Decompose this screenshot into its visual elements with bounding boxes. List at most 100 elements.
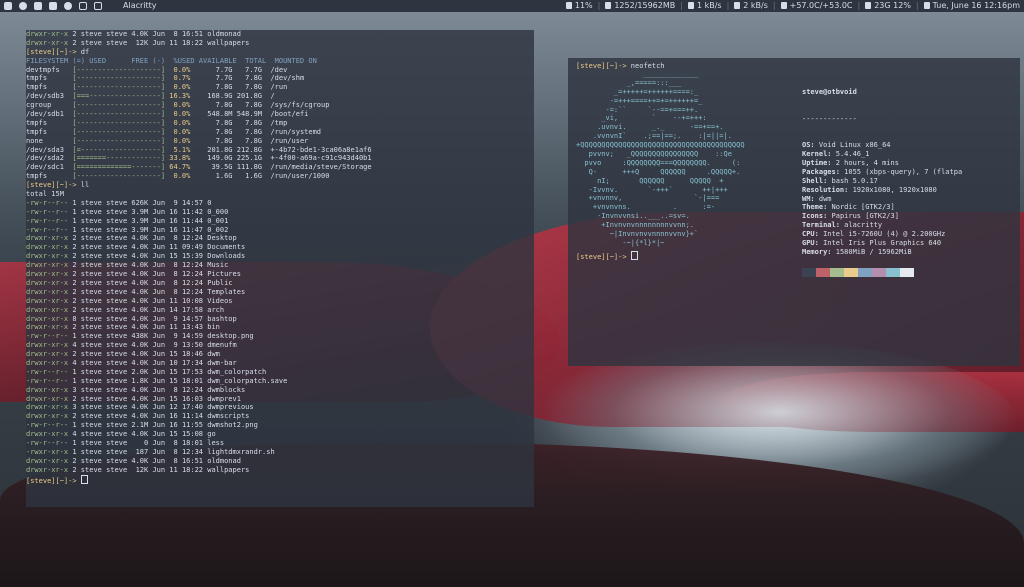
info-key: Theme:: [802, 203, 828, 212]
bar-separator: |: [726, 1, 730, 10]
browser-icon[interactable]: [19, 2, 27, 10]
filesystem-name: /dev/sdb1: [26, 110, 73, 119]
terminal-line: drwxr-xr-x 4 steve steve 4.0K Jun 9 13:5…: [26, 341, 534, 350]
permissions: drwxr-xr-x: [26, 314, 69, 323]
logo-line: -Ivvnv. `-+++` ++|+++: [576, 185, 728, 194]
settings-icon[interactable]: [64, 2, 72, 10]
usage-percent: 0.0%: [165, 172, 191, 181]
terminal-window-left[interactable]: drwxr-xr-x 2 steve steve 4.0K Jun 8 16:5…: [26, 30, 534, 507]
layout-icon[interactable]: [94, 2, 102, 10]
permissions: -rw-r--r--: [26, 207, 69, 216]
status-text: 23G 12%: [874, 1, 911, 10]
logo-line: +vnvnnv, `-|===: [576, 194, 720, 203]
permissions: -rw-r--r--: [26, 198, 69, 207]
file-entry: 2 steve steve 4.0K Jun 11 13:43 bin: [68, 323, 220, 332]
filesystem-details: 548.8M 548.9M /boot/efi: [190, 110, 309, 119]
color-swatch: [816, 267, 830, 277]
file-entry: 2 steve steve 4.0K Jun 8 12:24 Public: [68, 278, 233, 287]
logo-line: nI; QQQQQQ QQQQQ +: [576, 176, 724, 185]
permissions: drwxr-xr-x: [26, 456, 69, 465]
permissions: -rw-r--r--: [26, 438, 69, 447]
terminal-line: -rw-r--r-- 1 steve steve 1.8K Jun 15 18:…: [26, 377, 534, 386]
filesystem-details: 201.8G 212.8G +-4b72-bde1-3ca06a8e1af6: [190, 145, 372, 154]
terminal-line: tmpfs [--------------------] 0.7% 7.7G 7…: [26, 74, 534, 83]
info-row: GPU: Intel Iris Plus Graphics 640: [802, 239, 962, 248]
filesystem-details: 168.9G 201.8G /: [190, 92, 275, 101]
file-entry: 2 steve steve 4.0K Jun 11 10:08 Videos: [68, 296, 233, 305]
file-entry: 3 steve steve 4.0K Jun 12 17:40 dwmprevi…: [68, 403, 254, 412]
cursor: [630, 251, 638, 260]
prompt: [steve][~]->: [576, 253, 631, 261]
info-row: Theme: Nordic [GTK2/3]: [802, 203, 962, 212]
info-key: Packages:: [802, 167, 840, 176]
color-swatch: [844, 267, 858, 277]
file-entry: 2 steve steve 4.0K Jun 8 16:51 oldmonad: [68, 30, 241, 38]
file-entry: 1 steve steve 3.9M Jun 16 11:47 0_002: [68, 225, 229, 234]
terminal-line: drwxr-xr-x 2 steve steve 4.0K Jun 11 09:…: [26, 243, 534, 252]
info-key: Kernel:: [802, 150, 832, 159]
terminal-line: /dev/sdc1 [=============-------] 64.7% 3…: [26, 163, 534, 172]
filesystem-name: /dev/sda3: [26, 145, 73, 154]
terminal-line: /dev/sda2 [=======-------------] 33.8% 1…: [26, 154, 534, 163]
permissions: drwxr-xr-x: [26, 465, 69, 474]
terminal-icon[interactable]: [4, 2, 12, 10]
usage-percent: 5.1%: [165, 145, 191, 154]
terminal-line: drwxr-xr-x 2 steve steve 4.0K Jun 15 16:…: [26, 395, 534, 404]
info-row: Memory: 1580MiB / 15962MiB: [802, 248, 962, 257]
file-entry: 2 steve steve 4.0K Jun 16 11:14 dwmscrip…: [68, 412, 250, 421]
filesystem-details: 7.8G 7.8G /run: [190, 83, 288, 92]
terminal-line: drwxr-xr-x 2 steve steve 4.0K Jun 15 18:…: [26, 350, 534, 359]
usage-bar: [--------------------]: [72, 65, 166, 74]
status-item[interactable]: Tue, June 16 12:16pm: [923, 0, 1020, 12]
permissions: drwxr-xr-x: [26, 38, 69, 47]
file-entry: 2 steve steve 4.0K Jun 14 17:58 arch: [68, 305, 225, 314]
status-item[interactable]: 2 kB/s: [734, 0, 768, 12]
wrench-icon[interactable]: [79, 2, 87, 10]
status-item[interactable]: 23G 12%: [865, 0, 911, 12]
usage-bar: [--------------------]: [72, 172, 166, 181]
prompt: [steve][~]->: [26, 476, 81, 485]
terminal-line: /dev/sda3 [=-------------------] 5.1% 20…: [26, 146, 534, 155]
temperature-icon: [780, 2, 787, 9]
terminal-line: -rw-r--r-- 1 steve steve 2.0K Jun 15 17:…: [26, 368, 534, 377]
terminal-line: drwxr-xr-x 3 steve steve 4.0K Jun 8 12:2…: [26, 386, 534, 395]
info-key: OS:: [802, 141, 815, 150]
status-item[interactable]: +57.0C/+53.0C: [780, 0, 853, 12]
terminal-line: -rw-r--r-- 1 steve steve 2.1M Jun 16 11:…: [26, 421, 534, 430]
permissions: drwxr-xr-x: [26, 261, 69, 270]
terminal-line: none [--------------------] 0.0% 7.8G 7.…: [26, 137, 534, 146]
terminal-line: drwxr-xr-x 2 steve steve 12K Jun 11 18:2…: [26, 39, 534, 48]
info-key: Resolution:: [802, 185, 849, 194]
terminal-line: tmpfs [--------------------] 0.0% 7.8G 7…: [26, 119, 534, 128]
status-text: +57.0C/+53.0C: [789, 1, 853, 10]
info-value: alacritty: [839, 221, 883, 230]
filesystem-details: 7.8G 7.8G /sys/fs/cgroup: [190, 101, 330, 110]
neofetch-end-prompt[interactable]: [steve][~]->: [576, 251, 638, 261]
folder-icon[interactable]: [34, 2, 42, 10]
info-value: bash 5.0.17: [827, 176, 878, 185]
file-entry: 2 steve steve 4.0K Jun 15 16:03 dwmprev1: [68, 394, 241, 403]
logo-line: +QQQQQQQQQQQQQQQQQQQQQQQQQQQQQQQQQQQQQQQ: [576, 141, 745, 150]
usage-percent: 33.8%: [165, 154, 191, 163]
info-value: 1920x1080, 1920x1080: [848, 185, 937, 194]
terminal-window-right[interactable]: [steve][~]-> neofetch _____________ _,==…: [568, 58, 1020, 366]
status-item[interactable]: 11%: [565, 0, 593, 12]
permissions: drwxr-xr-x: [26, 323, 69, 332]
file-entry: 2 steve steve 12K Jun 11 18:22 wallpaper…: [68, 465, 250, 474]
bar-separator: |: [772, 1, 776, 10]
terminal-line: tmpfs [--------------------] 0.0% 7.8G 7…: [26, 83, 534, 92]
video-icon[interactable]: [49, 2, 57, 10]
permissions: -rw-r--r--: [26, 332, 69, 341]
status-item[interactable]: 1 kB/s: [687, 0, 722, 12]
terminal-line: drwxr-xr-x 2 steve steve 4.0K Jun 11 10:…: [26, 297, 534, 306]
status-item[interactable]: 1252/15962MB: [605, 0, 675, 12]
usage-bar: [--------------------]: [72, 83, 166, 92]
logo-line: +vnvnvns. . :=-: [576, 203, 716, 212]
status-text: Tue, June 16 12:16pm: [932, 1, 1020, 10]
bar-separator: |: [680, 1, 683, 10]
bar-separator: |: [915, 1, 919, 10]
info-value: 1580MiB / 15962MiB: [831, 247, 912, 256]
usage-percent: 0.0%: [165, 127, 191, 136]
filesystem-name: cgroup: [26, 101, 73, 110]
terminal-line: -rw-r--r-- 1 steve steve 3.9M Jun 16 11:…: [26, 217, 534, 226]
